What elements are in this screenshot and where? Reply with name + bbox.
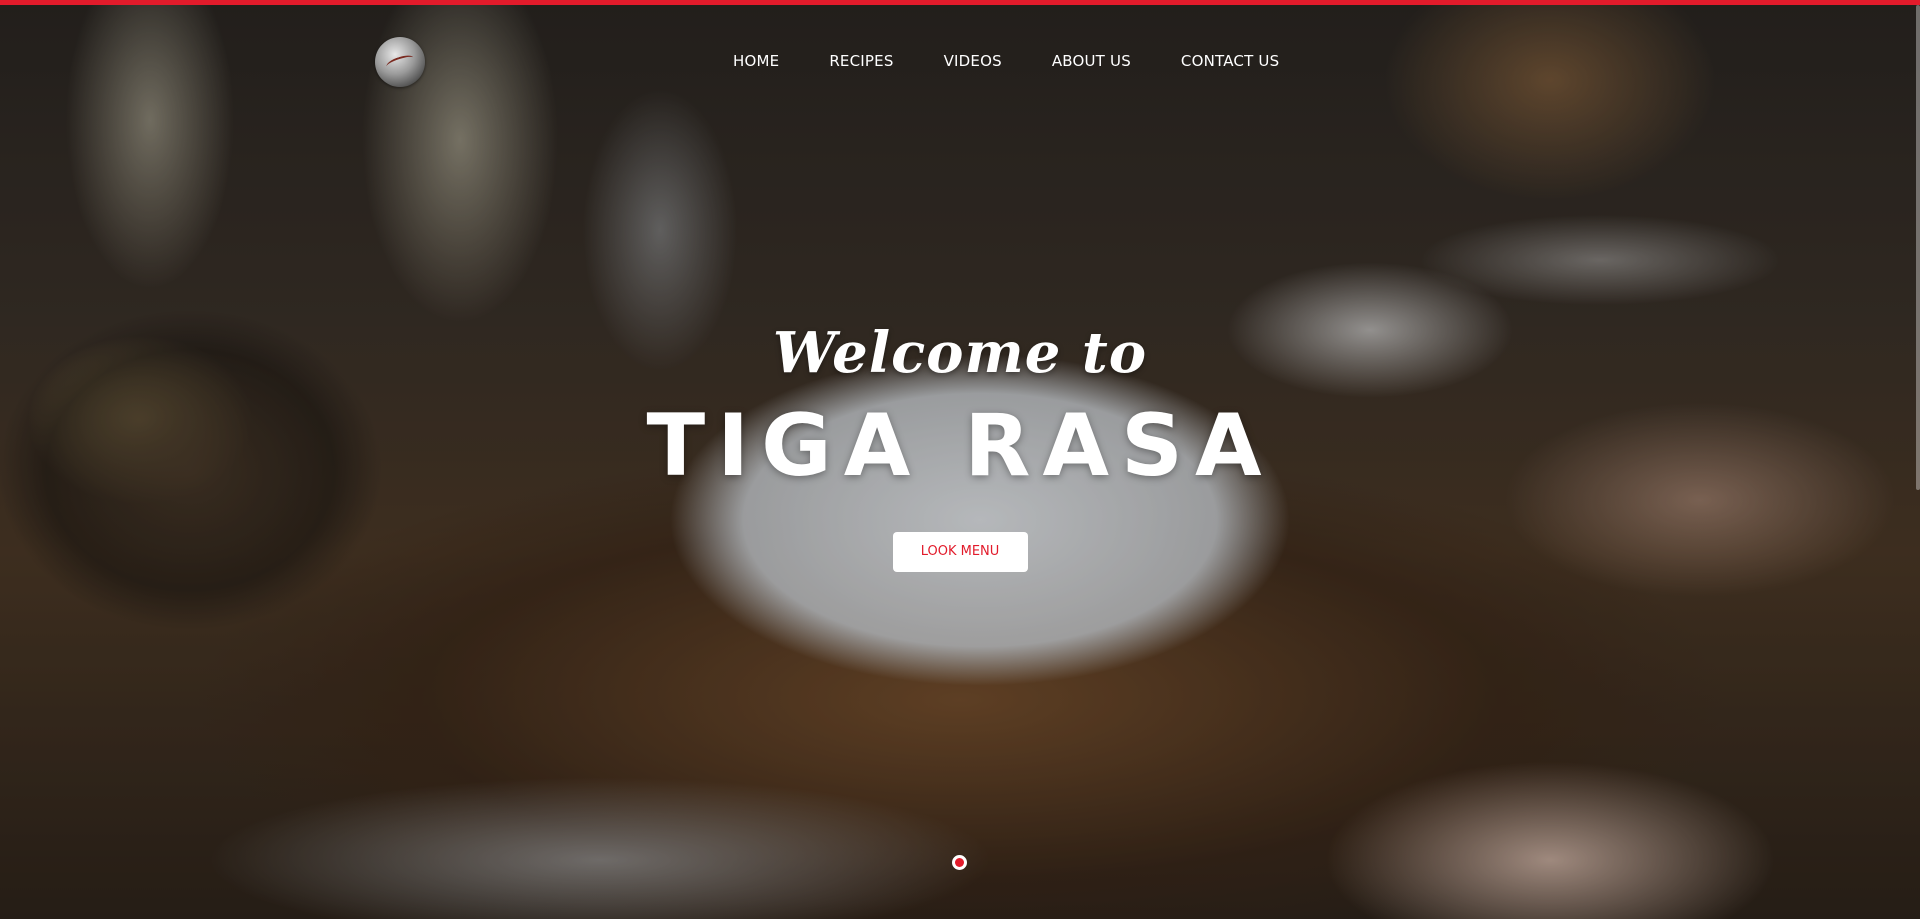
nav-videos[interactable]: VIDEOS (944, 52, 1002, 70)
hero-title: TIGA RASA (646, 396, 1274, 496)
top-accent-bar (0, 0, 1920, 5)
slider-dot-indicator (955, 858, 964, 867)
nav-contact-us[interactable]: CONTACT US (1181, 52, 1279, 70)
look-menu-button[interactable]: LOOK MENU (892, 532, 1028, 572)
logo-swoosh-icon (385, 52, 415, 72)
hero-section: Welcome to TIGA RASA LOOK MENU (0, 318, 1920, 572)
slider-dot-active[interactable] (952, 855, 967, 870)
hero-welcome-text: Welcome to (772, 320, 1148, 386)
nav-about-us[interactable]: ABOUT US (1052, 52, 1131, 70)
page-scrollbar[interactable] (1916, 5, 1920, 490)
main-nav: HOME RECIPES VIDEOS ABOUT US CONTACT US (733, 52, 1279, 70)
nav-home[interactable]: HOME (733, 52, 779, 70)
site-logo[interactable] (375, 37, 425, 87)
nav-recipes[interactable]: RECIPES (829, 52, 893, 70)
hero-page: HOME RECIPES VIDEOS ABOUT US CONTACT US … (0, 0, 1920, 919)
